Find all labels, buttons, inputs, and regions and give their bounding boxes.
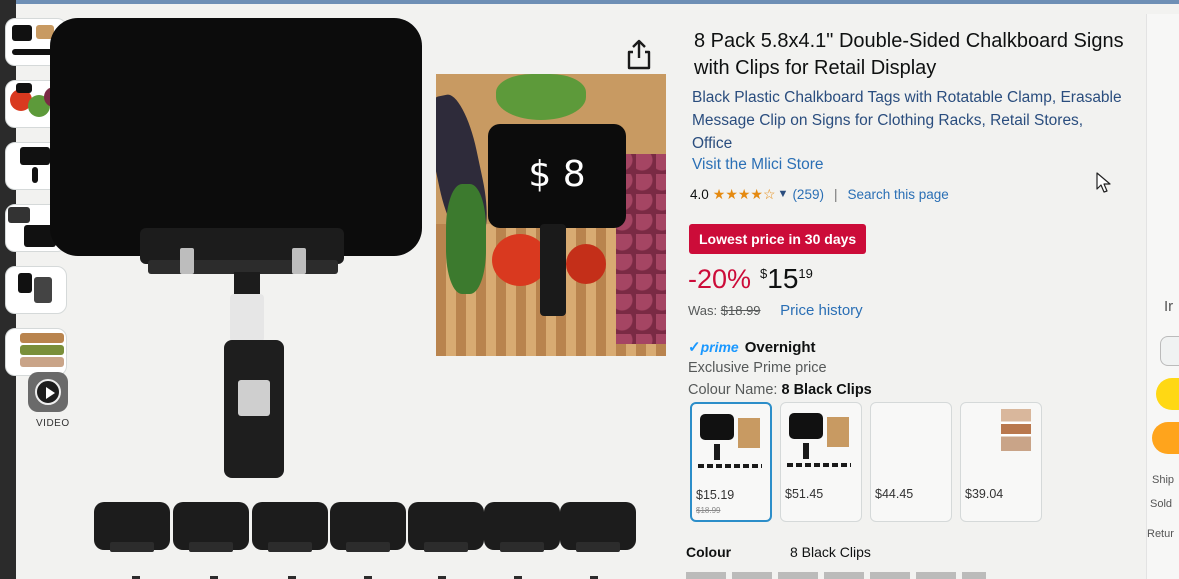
chalkboard-sign-small: $ 8 — [488, 124, 626, 228]
swatch-was-price: $18.99 — [696, 506, 721, 515]
swatch-price: $15.19 — [696, 488, 735, 502]
colour-name-value: 8 Black Clips — [781, 382, 872, 398]
swatch-option-3[interactable]: $44.45 — [870, 402, 952, 522]
rating-row: 4.0 ★★★★☆ ▼ (259) | Search this page — [690, 184, 949, 204]
photo-price-tag: $ 8 — [528, 154, 586, 195]
rating-value: 4.0 — [690, 186, 709, 202]
was-price-row: Was: $18.99 Price history — [688, 302, 863, 319]
was-price: $18.99 — [720, 303, 761, 318]
discount-percent: -20% — [688, 264, 752, 294]
main-product-image[interactable]: $ 8 — [40, 10, 680, 579]
buy-box — [1146, 14, 1179, 579]
separator: | — [833, 186, 838, 202]
chalkboard-sign-large — [50, 18, 422, 256]
mouse-cursor-icon — [1096, 172, 1111, 193]
swatch-price: $39.04 — [965, 487, 1004, 501]
price-whole: 15 — [767, 263, 799, 294]
price-row: -20% $ 15 19 — [688, 262, 813, 298]
cut-off-detail-row — [686, 572, 986, 579]
share-icon[interactable] — [624, 38, 654, 72]
price-fraction: 19 — [798, 266, 813, 281]
deal-badge: Lowest price in 30 days — [689, 224, 867, 254]
top-border — [0, 0, 1179, 4]
swatch-option-1[interactable]: $15.19 $18.99 — [690, 402, 772, 522]
swatch-option-2[interactable]: $51.45 — [780, 402, 862, 522]
product-title: 8 Pack 5.8x4.1" Double-Sided Chalkboard … — [694, 30, 1124, 79]
search-this-page-link[interactable]: Search this page — [847, 187, 948, 202]
exclusive-prime-price: Exclusive Prime price — [688, 360, 827, 376]
details-colour-value: 8 Black Clips — [790, 544, 871, 560]
swatch-option-4[interactable]: $39.04 — [960, 402, 1042, 522]
details-colour-label: Colour — [686, 544, 732, 560]
delivery-speed: Overnight — [744, 338, 816, 356]
quantity-select[interactable] — [1160, 336, 1179, 366]
swatch-price: $51.45 — [785, 487, 824, 501]
currency-symbol: $ — [760, 266, 768, 281]
buy-now-button[interactable] — [1152, 422, 1179, 454]
price-history-link[interactable]: Price history — [780, 302, 863, 319]
returns-label[interactable]: Retur — [1147, 528, 1174, 540]
check-icon: ✓ — [688, 339, 701, 356]
chevron-down-icon[interactable]: ▼ — [778, 188, 789, 200]
prime-logo: prime — [700, 339, 739, 355]
colour-name-row: Colour Name: 8 Black Clips — [688, 382, 872, 398]
product-subtitle: Black Plastic Chalkboard Tags with Rotat… — [692, 89, 1122, 152]
buy-box-partial-text: Ir — [1164, 298, 1174, 315]
clip-illustration — [224, 340, 284, 478]
rating-count-link[interactable]: (259) — [792, 187, 824, 202]
ships-from-label: Ship — [1152, 474, 1175, 486]
was-label: Was: — [688, 303, 718, 318]
sold-by-label: Sold — [1150, 498, 1173, 510]
store-link[interactable]: Visit the Mlici Store — [692, 156, 824, 174]
swatch-price: $44.45 — [875, 487, 914, 501]
prime-delivery: ✓ prime Overnight — [688, 338, 816, 357]
star-rating-icon[interactable]: ★★★★☆ — [713, 186, 776, 203]
colour-name-label: Colour Name: — [688, 382, 778, 398]
